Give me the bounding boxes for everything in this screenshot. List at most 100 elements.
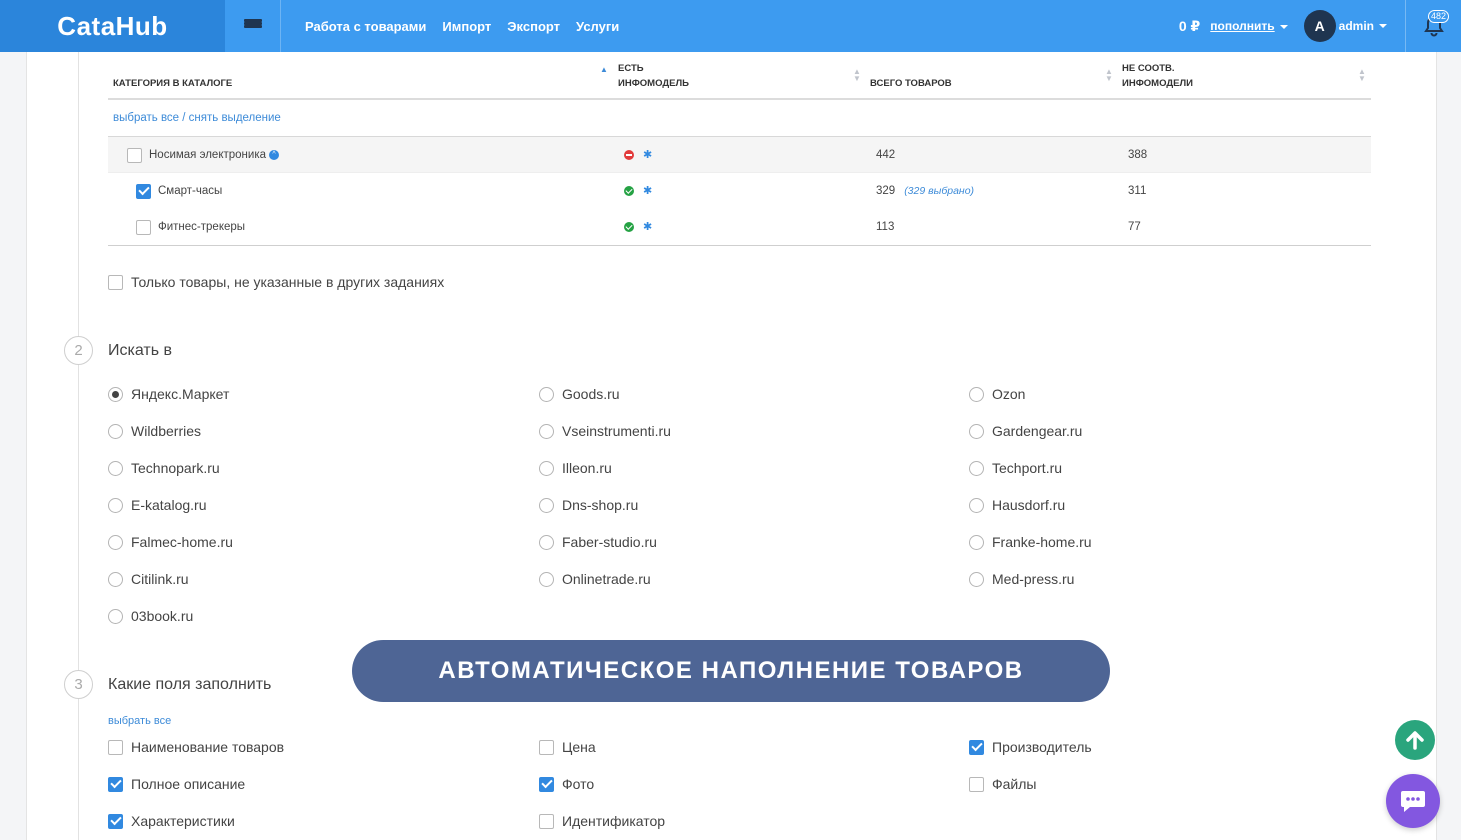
radio-button[interactable] [108,460,123,476]
gear-icon[interactable]: ✱ [643,150,652,161]
user-menu[interactable]: A admin [1303,10,1387,42]
source-option[interactable]: E-katalog.ru [108,497,206,513]
field-checkbox[interactable] [108,813,123,829]
source-label: Faber-studio.ru [562,534,657,550]
col-total[interactable]: Всего товаров [870,76,952,91]
only-unassigned-option[interactable]: Только товары, не указанные в других зад… [108,274,444,290]
radio-button[interactable] [539,534,554,550]
nav-import[interactable]: Импорт [442,19,491,34]
radio-button[interactable] [969,386,984,402]
col-category[interactable]: Категория в каталоге [113,76,232,91]
field-option[interactable]: Фото [539,776,594,792]
row-checkbox[interactable] [136,219,151,235]
topup-link[interactable]: пополнить [1210,19,1288,33]
radio-button[interactable] [108,423,123,439]
radio-button[interactable] [108,386,123,402]
field-option[interactable]: Характеристики [108,813,235,829]
field-option[interactable]: Полное описание [108,776,245,792]
source-option[interactable]: Ozon [969,386,1025,402]
sort-icon[interactable]: ▲ ▼ [1105,68,1113,83]
nav-products[interactable]: Работа с товарами [305,19,426,34]
source-option[interactable]: Citilink.ru [108,571,189,587]
source-option[interactable]: Wildberries [108,423,201,439]
avatar: A [1303,10,1336,42]
gear-icon[interactable]: ✱ [643,222,652,233]
radio-button[interactable] [108,534,123,550]
source-label: Citilink.ru [131,571,189,587]
menu-toggle-button[interactable] [225,0,281,52]
source-option[interactable]: Onlinetrade.ru [539,571,651,587]
chat-button[interactable] [1386,774,1440,828]
nav-export[interactable]: Экспорт [507,19,560,34]
radio-button[interactable] [108,497,123,513]
source-label: Technopark.ru [131,460,220,476]
field-checkbox[interactable] [539,739,554,755]
field-checkbox[interactable] [969,776,984,792]
select-all-fields-link[interactable]: выбрать все [108,715,171,727]
source-option[interactable]: Franke-home.ru [969,534,1092,550]
radio-button[interactable] [969,497,984,513]
source-option[interactable]: Hausdorf.ru [969,497,1065,513]
radio-button[interactable] [539,571,554,587]
row-checkbox[interactable] [136,183,151,199]
only-unassigned-checkbox[interactable] [108,274,123,290]
radio-button[interactable] [539,386,554,402]
radio-button[interactable] [108,571,123,587]
logo[interactable]: CataHub [0,0,225,52]
source-option[interactable]: Faber-studio.ru [539,534,657,550]
radio-button[interactable] [108,608,123,624]
selected-count: (329 выбрано) [904,185,975,197]
field-checkbox[interactable] [969,739,984,755]
main-content: Категория в каталоге ▲ Есть инфомодель ▲… [26,52,1437,840]
radio-button[interactable] [969,534,984,550]
category-name: Носимая электроника [149,149,266,161]
gear-icon[interactable]: ✱ [643,186,652,197]
sort-asc-icon[interactable]: ▲ [600,66,608,74]
field-checkbox[interactable] [108,739,123,755]
radio-button[interactable] [539,460,554,476]
source-option[interactable]: Falmec-home.ru [108,534,233,550]
sort-icon[interactable]: ▲ ▼ [853,68,861,83]
source-option[interactable]: 03book.ru [108,608,193,624]
source-label: Gardengear.ru [992,423,1083,439]
chat-icon [1401,791,1425,812]
notifications-button[interactable]: 482 [1405,0,1461,52]
radio-button[interactable] [969,460,984,476]
source-label: Franke-home.ru [992,534,1092,550]
table-header: Категория в каталоге ▲ Есть инфомодель ▲… [108,52,1371,100]
field-checkbox[interactable] [539,776,554,792]
field-option[interactable]: Производитель [969,739,1092,755]
select-all-link[interactable]: выбрать все / снять выделение [113,112,281,124]
total-cell: 113 [876,221,895,233]
nav-services[interactable]: Услуги [576,19,619,34]
collapse-icon[interactable]: ^ [269,150,279,160]
source-option[interactable]: Vseinstrumenti.ru [539,423,671,439]
source-option[interactable]: Illeon.ru [539,460,612,476]
radio-button[interactable] [539,497,554,513]
radio-button[interactable] [969,423,984,439]
row-checkbox[interactable] [127,147,142,163]
source-option[interactable]: Яндекс.Маркет [108,386,229,402]
radio-button[interactable] [969,571,984,587]
col-infomodel[interactable]: Есть инфомодель [618,61,689,91]
source-option[interactable]: Techport.ru [969,460,1062,476]
top-navbar: CataHub Работа с товарами Импорт Экспорт… [0,0,1461,52]
nonmatch-cell: 77 [1128,221,1141,233]
source-option[interactable]: Med-press.ru [969,571,1074,587]
field-option[interactable]: Наименование товаров [108,739,284,755]
sort-icon[interactable]: ▲ ▼ [1358,68,1366,83]
radio-button[interactable] [539,423,554,439]
source-option[interactable]: Dns-shop.ru [539,497,638,513]
scroll-up-button[interactable] [1395,720,1435,760]
category-name: Фитнес-трекеры [158,221,246,233]
col-nonmatch[interactable]: Не соотв. инфомодели [1122,61,1193,91]
username: admin [1338,19,1374,33]
field-option[interactable]: Файлы [969,776,1036,792]
source-option[interactable]: Gardengear.ru [969,423,1082,439]
field-option[interactable]: Идентификатор [539,813,665,829]
field-checkbox[interactable] [108,776,123,792]
field-option[interactable]: Цена [539,739,596,755]
source-option[interactable]: Technopark.ru [108,460,220,476]
field-checkbox[interactable] [539,813,554,829]
source-option[interactable]: Goods.ru [539,386,620,402]
